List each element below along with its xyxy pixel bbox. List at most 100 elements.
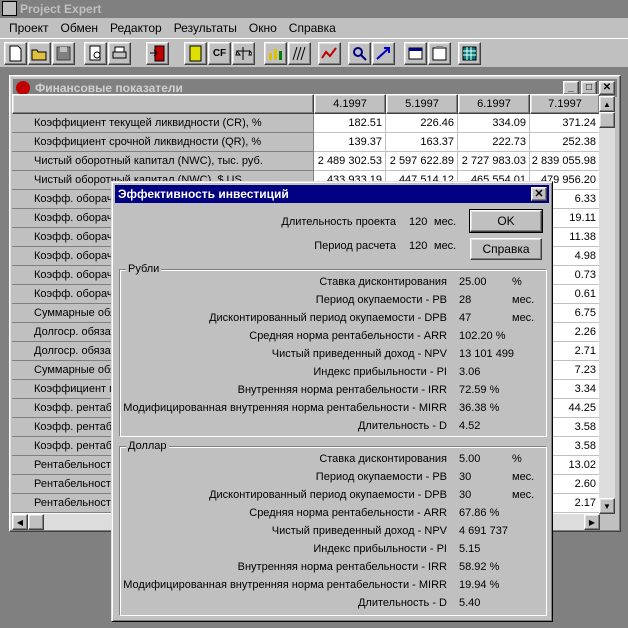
window-app-icon (16, 81, 30, 95)
hatched-chart-icon[interactable] (288, 42, 311, 65)
minimize-button[interactable]: _ (563, 81, 579, 95)
cash-flow-button[interactable]: CF (208, 42, 231, 65)
metric-label: Период окупаемости - PB (315, 294, 447, 306)
menu-editor[interactable]: Редактор (104, 21, 168, 35)
table-cell[interactable]: 163.37 (386, 133, 458, 152)
restore-button[interactable]: □ (581, 81, 597, 95)
metric-label: Период окупаемости - PB (315, 471, 447, 483)
menu-project[interactable]: Проект (3, 21, 55, 35)
metric-label: Ставка дисконтирования (319, 276, 447, 288)
metric-unit: % (512, 276, 522, 288)
print-preview-icon[interactable] (84, 42, 107, 65)
bar-chart-icon[interactable] (264, 42, 287, 65)
table-cell[interactable]: 2 839 055.98 (530, 152, 600, 171)
metric-value: 4 691 737 (459, 525, 508, 537)
table-cell[interactable]: 222.73 (458, 133, 530, 152)
metric-label: Длительность - D (357, 597, 447, 609)
metric-value: 67.86 % (459, 507, 500, 519)
menu-bar: Проект Обмен Редактор Результаты Окно Сп… (0, 18, 628, 38)
dialog-title-bar: Эффективность инвестиций ✕ (115, 185, 549, 203)
child-title: Финансовые показатели (35, 81, 183, 95)
metric-label: Индекс прибыльности - PI (313, 366, 447, 378)
database-grid-icon[interactable] (458, 42, 481, 65)
metric-label: Индекс прибыльности - PI (313, 543, 447, 555)
metric-value: 28 (459, 294, 472, 306)
dollars-group-title: Доллар (126, 440, 169, 452)
period-value: 120 (409, 240, 428, 252)
metric-label: Длительность - D (357, 420, 447, 432)
metric-label: Модифицированная внутренняя норма рентаб… (123, 402, 447, 414)
metric-value: 4.52 (459, 420, 481, 432)
dialog-title: Эффективность инвестиций (118, 187, 289, 201)
metric-unit: мес. (512, 489, 535, 501)
metric-value: 72.59 % (459, 384, 500, 396)
table-cell[interactable]: 2 489 302.53 (314, 152, 386, 171)
scroll-left-icon[interactable]: ◀ (12, 514, 28, 530)
scroll-down-icon[interactable]: ▼ (599, 498, 615, 514)
table-cell[interactable]: 252.38 (530, 133, 600, 152)
toolbar: CF (0, 38, 628, 68)
rubles-group-title: Рубли (126, 263, 162, 275)
column-header[interactable]: 4.1997 (314, 94, 386, 114)
menu-help[interactable]: Справка (283, 21, 342, 35)
table-row[interactable]: Коэффициент срочной ликвидности (QR), % 1… (12, 133, 600, 152)
calculator-icon[interactable] (184, 42, 207, 65)
table-cell[interactable]: 2 597 622.89 (386, 152, 458, 171)
table-cell[interactable]: 226.46 (386, 114, 458, 133)
scroll-thumb[interactable] (599, 112, 615, 128)
app-icon (2, 1, 17, 16)
save-disk-icon[interactable] (52, 42, 75, 65)
table-cell[interactable]: 2 727 983.03 (458, 152, 530, 171)
column-header[interactable]: 6.1997 (458, 94, 530, 114)
vertical-scrollbar[interactable]: ▲ ▼ (599, 96, 615, 514)
scroll-up-icon[interactable]: ▲ (599, 96, 615, 112)
metric-label: Ставка дисконтирования (319, 453, 447, 465)
ok-button[interactable]: OK (469, 209, 543, 233)
table-row[interactable]: ▶Коэффициент текущей ликвидности (CR), %… (12, 114, 600, 133)
metric-value: 5.00 (459, 453, 481, 465)
dialog-close-button[interactable]: ✕ (531, 187, 547, 201)
table-row[interactable]: Чистый оборотный капитал (NWC), тыс. руб… (12, 152, 600, 171)
metric-label: Средняя норма рентабельности - ARR (249, 507, 447, 519)
table-cell[interactable]: 139.37 (314, 133, 386, 152)
column-header[interactable]: 7.1997 (530, 94, 600, 114)
metric-value: 30 (459, 489, 472, 501)
metric-label: Дисконтированный период окупаемости - DP… (209, 312, 447, 324)
close-button[interactable]: ✕ (599, 81, 615, 95)
row-label: Коэффициент текущей ликвидности (CR), % (12, 114, 314, 133)
open-folder-icon[interactable] (28, 42, 51, 65)
analysis-search-icon[interactable] (348, 42, 371, 65)
app-title-bar: Project Expert (0, 0, 628, 18)
new-document-icon[interactable] (4, 42, 27, 65)
column-header[interactable]: 5.1997 (386, 94, 458, 114)
line-chart-icon[interactable] (318, 42, 341, 65)
metric-label: Модифицированная внутренняя норма рентаб… (123, 579, 447, 591)
scroll-right-icon[interactable]: ▶ (584, 514, 600, 530)
metric-label: Чистый приведенный доход - NPV (271, 348, 447, 360)
metric-label: Внутренняя норма рентабельности - IRR (237, 561, 447, 573)
menu-window[interactable]: Окно (243, 21, 283, 35)
report-icon[interactable] (404, 42, 427, 65)
table-header: 4.1997 5.1997 6.1997 7.1997 (12, 94, 600, 114)
metric-value: 25.00 (459, 276, 487, 288)
table-cell[interactable]: 182.51 (314, 114, 386, 133)
balance-scale-icon[interactable] (232, 42, 255, 65)
print-icon[interactable] (108, 42, 131, 65)
period-label: Период расчета (314, 240, 396, 252)
menu-results[interactable]: Результаты (168, 21, 243, 35)
table-cell[interactable]: 371.24 (530, 114, 600, 133)
metric-unit: мес. (512, 312, 535, 324)
investment-efficiency-dialog: Эффективность инвестиций ✕ Длительность … (111, 181, 553, 622)
exit-door-icon[interactable] (146, 42, 169, 65)
help-button[interactable]: Справка (470, 238, 542, 260)
trend-arrow-icon[interactable] (372, 42, 395, 65)
menu-exchange[interactable]: Обмен (55, 21, 105, 35)
table-cell[interactable]: 334.09 (458, 114, 530, 133)
scroll-thumb[interactable] (28, 514, 44, 530)
metric-value: 30 (459, 471, 472, 483)
main-window: Project Expert Проект Обмен Редактор Рез… (0, 0, 628, 628)
app-title: Project Expert (20, 2, 102, 16)
clipboard-icon[interactable] (428, 42, 451, 65)
corner-header (12, 94, 314, 114)
metric-value: 58.92 % (459, 561, 500, 573)
